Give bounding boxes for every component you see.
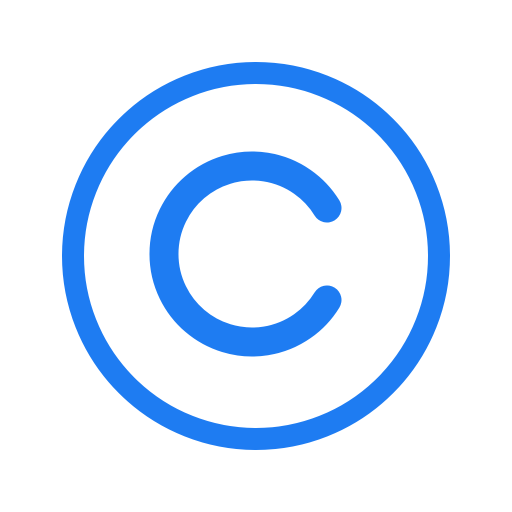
copyright-icon	[62, 62, 450, 450]
copyright-letter-c	[149, 151, 342, 357]
icon-canvas	[0, 0, 512, 512]
copyright-outer-ring	[62, 62, 450, 450]
